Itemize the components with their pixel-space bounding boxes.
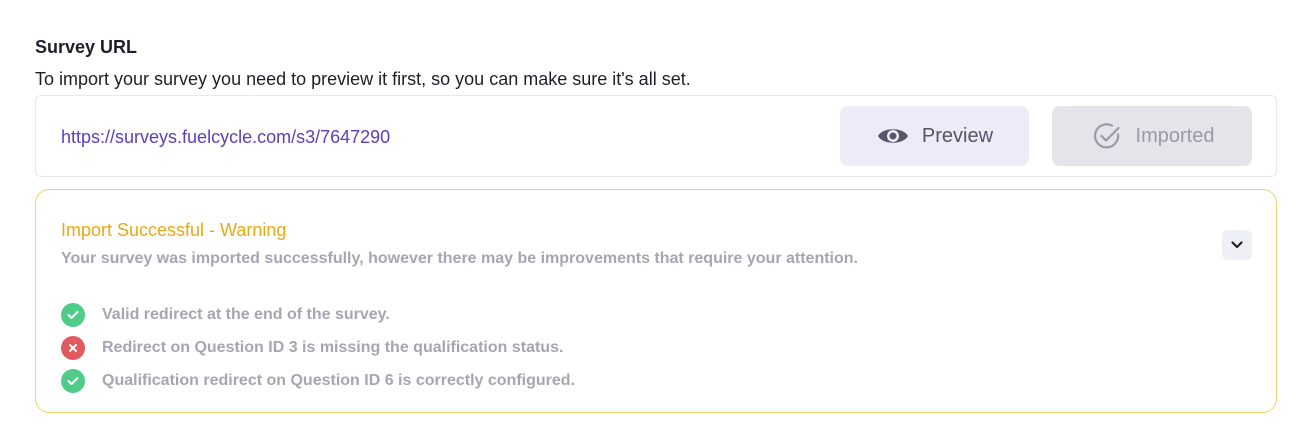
error-x-icon — [61, 335, 85, 360]
check-item-label: Qualification redirect on Question ID 6 … — [102, 371, 575, 389]
check-circle-icon — [1090, 119, 1124, 153]
section-title: Survey URL — [35, 37, 138, 57]
survey-url-link[interactable]: https://surveys.fuelcycle.com/s3/7647290 — [61, 127, 390, 148]
eye-icon — [876, 119, 910, 153]
imported-button: Imported — [1052, 106, 1252, 166]
check-item-label: Valid redirect at the end of the survey. — [102, 305, 390, 323]
success-check-icon — [61, 368, 85, 393]
check-item: Qualification redirect on Question ID 6 … — [61, 364, 575, 397]
section-description: To import your survey you need to previe… — [35, 69, 691, 89]
preview-button-label: Preview — [921, 124, 994, 147]
collapse-toggle-button[interactable] — [1222, 230, 1252, 260]
check-item-label: Redirect on Question ID 3 is missing the… — [102, 338, 564, 356]
chevron-down-icon — [1231, 236, 1243, 254]
imported-button-label: Imported — [1135, 124, 1215, 147]
import-result-description: Your survey was imported successfully, h… — [61, 250, 858, 267]
validation-check-list: Valid redirect at the end of the survey.… — [61, 298, 575, 397]
check-item: Redirect on Question ID 3 is missing the… — [61, 331, 575, 364]
survey-url-row: https://surveys.fuelcycle.com/s3/7647290… — [35, 95, 1277, 177]
import-result-card: Import Successful - Warning Your survey … — [35, 189, 1277, 413]
import-result-title: Import Successful - Warning — [61, 220, 287, 240]
success-check-icon — [61, 302, 85, 327]
check-item: Valid redirect at the end of the survey. — [61, 298, 575, 331]
preview-button[interactable]: Preview — [840, 106, 1029, 166]
